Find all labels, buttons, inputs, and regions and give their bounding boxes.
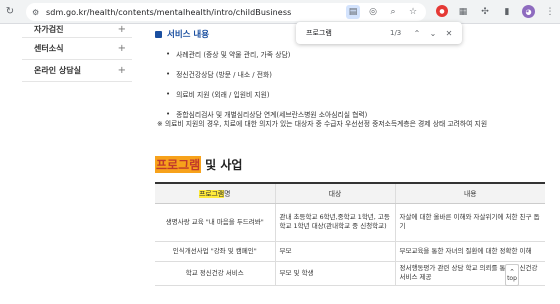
section-title-rest: 및 사업 [205, 158, 243, 172]
sidebar-item-online-counsel[interactable]: 온라인 상담실 + [22, 60, 132, 82]
column-header-content: 내용 [394, 182, 545, 204]
table-cell: 부모교육을 통한 자녀의 질환에 대한 정확한 이해 [394, 241, 545, 262]
table-header-row: 프로그램명 대상 내용 [155, 182, 545, 204]
bullet-dot-icon: • [166, 70, 171, 78]
table-cell: 정서행동평가 관련 상담 학교 의뢰를 통한 정신건강 서비스 제공 [394, 261, 545, 286]
plus-icon[interactable]: + [118, 43, 126, 54]
service-title-text: 서비스 내용 [167, 30, 210, 40]
table-cell: 부모 [274, 241, 395, 262]
table-cell: 생명사랑 교육 "내 마음을 두드려봐" [155, 203, 275, 242]
sidebar-item-label: 온라인 상담실 [34, 66, 81, 75]
find-next-chevron-down-icon[interactable]: ⌄ [426, 29, 440, 38]
extensions-puzzle-icon[interactable]: ✣ [478, 5, 492, 19]
find-result-count: 1/3 [390, 29, 402, 37]
url-text[interactable]: sdm.go.kr/health/contents/mentalhealth/i… [46, 8, 291, 17]
sidebar-item-label: 센터소식 [34, 44, 64, 53]
profile-avatar-icon[interactable]: ◕ [522, 5, 535, 18]
list-item: • 정신건강상담 (방문 / 내소 / 전화) [166, 70, 272, 79]
service-title: 서비스 내용 [155, 28, 209, 40]
find-in-page-icon[interactable]: ▤ [346, 5, 360, 19]
find-bar: 프로그램 1/3 ⌃ ⌄ ✕ [296, 22, 462, 44]
bookmark-star-icon[interactable]: ☆ [406, 5, 420, 19]
find-close-icon[interactable]: ✕ [442, 29, 456, 38]
bullet-dot-icon: • [166, 110, 171, 118]
eye-off-icon[interactable]: ◎ [366, 5, 380, 19]
menu-kebab-icon[interactable]: ⋮ [543, 5, 557, 19]
find-input[interactable]: 프로그램 [306, 28, 376, 38]
service-list: • 사례관리 (증상 및 약물 관리, 가족 상담) • 정신건강상담 (방문 / … [166, 44, 526, 124]
table-cell: 관내 초등학교 6학년,중학교 1학년, 고등학교 1학년 대상(관내학교 중 … [274, 203, 395, 242]
table-row: 생명사랑 교육 "내 마음을 두드려봐" 관내 초등학교 6학년,중학교 1학년… [155, 203, 545, 242]
section-title: 프로그램 및 사업 [155, 156, 242, 173]
site-info-icon[interactable]: ⚙ [32, 8, 46, 17]
sidebar-item-news[interactable]: 센터소식 + [22, 38, 132, 60]
column-header-target: 대상 [274, 182, 395, 204]
bullet-dot-icon: • [166, 90, 171, 98]
plus-icon[interactable]: + [118, 65, 126, 76]
column-header-program: 프로그램명 [155, 182, 275, 204]
find-prev-chevron-up-icon[interactable]: ⌃ [410, 29, 424, 38]
table-cell: 자살에 대한 올바른 이해와 자살위기에 처한 친구 돕기 [394, 203, 545, 242]
address-bar[interactable]: ⚙ sdm.go.kr/health/contents/mentalhealth… [26, 3, 426, 21]
table-row: 인식개선사업 "강좌 및 캠페인" 부모 부모교육을 통한 자녀의 질환에 대한… [155, 241, 545, 262]
side-panel-icon[interactable]: ▮ [500, 5, 514, 19]
table-cell: 인식개선사업 "강좌 및 캠페인" [155, 241, 275, 262]
extension-grid-icon[interactable]: ▦ [456, 5, 470, 19]
square-bullet-icon [155, 30, 162, 38]
sidebar-item-self-check[interactable]: 자가검진 + [22, 24, 132, 38]
table-cell: 부모 및 학생 [274, 261, 395, 286]
sidebar: 자가검진 + 센터소식 + 온라인 상담실 + [22, 24, 132, 82]
sidebar-item-label: 자가검진 [34, 25, 64, 34]
extension-red-icon[interactable]: ● [436, 5, 448, 17]
scroll-top-label: top [507, 274, 517, 282]
list-item: • 의료비 지원 (외래 / 입원비 지원) [166, 90, 270, 99]
zoom-icon[interactable]: ⌕ [386, 5, 400, 19]
program-table: 프로그램명 대상 내용 생명사랑 교육 "내 마음을 두드려봐" 관내 초등학교… [155, 182, 545, 286]
browser-toolbar: ↻ ⚙ sdm.go.kr/health/contents/mentalheal… [0, 0, 560, 24]
bullet-dot-icon: • [166, 50, 171, 58]
reload-icon[interactable]: ↻ [2, 4, 18, 20]
plus-icon[interactable]: + [118, 24, 126, 35]
section-title-highlight: 프로그램 [155, 156, 202, 173]
scroll-top-button[interactable]: ⌃ top [505, 264, 519, 286]
support-note: ※ 의료비 지원의 경우, 치료에 대한 의지가 있는 대상자 중 수급자 우선… [157, 120, 488, 128]
table-row: 학교 정신건강 서비스 부모 및 학생 정서행동평가 관련 상담 학교 의뢰를 … [155, 261, 545, 286]
list-item: • 사례관리 (증상 및 약물 관리, 가족 상담) [166, 50, 291, 59]
table-cell: 학교 정신건강 서비스 [155, 261, 275, 286]
